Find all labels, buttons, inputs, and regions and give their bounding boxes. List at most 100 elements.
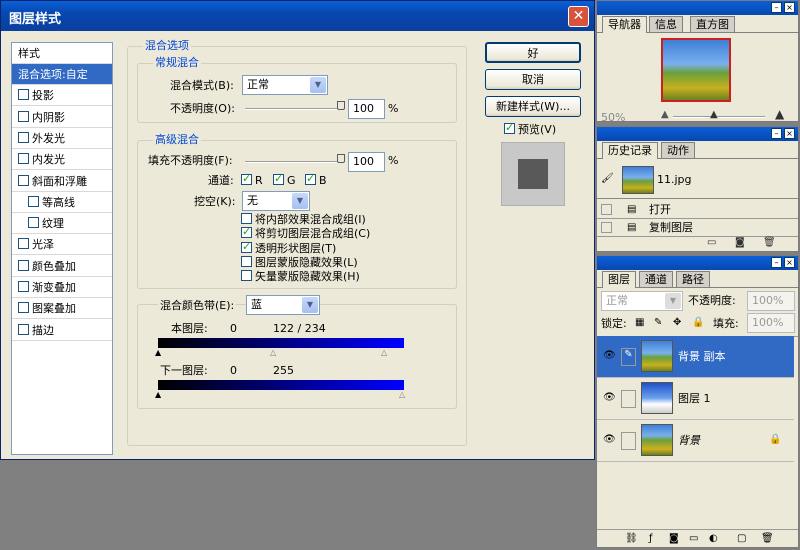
layer-blend-mode-select[interactable]: 正常 ▼: [601, 291, 683, 311]
panel-tab[interactable]: 图层: [602, 271, 636, 288]
history-brush-icon[interactable]: 🖌: [601, 173, 614, 185]
layer-row[interactable]: 👁 图层 1: [597, 378, 794, 420]
blend-if-select[interactable]: 蓝 ▼: [246, 295, 320, 315]
layer-name[interactable]: 背景: [678, 434, 700, 448]
layer-row[interactable]: 👁 背景 🔒: [597, 420, 794, 462]
layer-style-icon[interactable]: ƒ: [649, 533, 653, 545]
close-button[interactable]: ✕: [568, 6, 589, 27]
opacity-slider-knob[interactable]: [337, 101, 345, 110]
minimize-icon[interactable]: –: [771, 2, 782, 13]
style-item[interactable]: 描边: [12, 320, 112, 341]
knockout-select[interactable]: 无 ▼: [242, 191, 310, 211]
ok-button[interactable]: 好: [485, 42, 581, 63]
zoom-slider-knob[interactable]: ▲: [710, 109, 718, 121]
channel-b-checkbox[interactable]: B: [305, 172, 327, 188]
style-item[interactable]: 纹理: [12, 213, 112, 235]
camera-icon[interactable]: ◙: [735, 237, 745, 249]
close-icon[interactable]: ×: [784, 257, 795, 268]
trash-icon[interactable]: 🗑: [763, 237, 776, 249]
zoom-slider[interactable]: [673, 116, 765, 118]
minimize-icon[interactable]: –: [771, 128, 782, 139]
step-checkbox[interactable]: [601, 204, 612, 215]
lock-all-icon[interactable]: 🔒: [692, 317, 704, 329]
layer-fill-input[interactable]: 100%: [747, 313, 795, 333]
minimize-icon[interactable]: –: [771, 257, 782, 268]
blend-option-checkbox[interactable]: 将内部效果混合成组(I): [241, 213, 366, 227]
black-point-slider-icon[interactable]: ▲: [155, 347, 161, 359]
preview-checkbox[interactable]: 预览(V): [504, 121, 556, 137]
layer-thumbnail: [641, 382, 673, 414]
lock-position-icon[interactable]: ✥: [673, 317, 681, 329]
style-item[interactable]: 渐变叠加: [12, 277, 112, 298]
layer-mask-icon[interactable]: ◙: [669, 533, 679, 545]
step-checkbox[interactable]: [601, 222, 612, 233]
style-item[interactable]: 斜面和浮雕: [12, 171, 112, 192]
trash-icon[interactable]: 🗑: [761, 533, 774, 545]
new-group-icon[interactable]: ▭: [689, 533, 698, 545]
panel-tab[interactable]: 导航器: [602, 16, 647, 33]
history-snapshot-row[interactable]: 🖌 11.jpg: [597, 161, 798, 199]
style-item-label: 内发光: [32, 153, 65, 167]
new-style-button[interactable]: 新建样式(W)...: [485, 96, 581, 117]
this-layer-gradient-bar[interactable]: [158, 338, 404, 348]
style-item[interactable]: 外发光: [12, 128, 112, 149]
navigator-thumbnail[interactable]: [661, 38, 731, 102]
style-item[interactable]: 内发光: [12, 149, 112, 171]
style-item[interactable]: 投影: [12, 85, 112, 107]
fill-opacity-input[interactable]: 100: [348, 152, 385, 172]
layer-link-icon[interactable]: [621, 432, 636, 450]
style-item[interactable]: 光泽: [12, 234, 112, 256]
panel-tab[interactable]: 通道: [639, 271, 673, 288]
panel-tab[interactable]: 直方图: [690, 16, 735, 33]
style-item[interactable]: 内阴影: [12, 107, 112, 128]
style-item[interactable]: 混合选项:自定: [12, 64, 112, 85]
blend-mode-select[interactable]: 正常 ▼: [242, 75, 328, 95]
panel-tab[interactable]: 动作: [661, 142, 695, 159]
layer-opacity-input[interactable]: 100%: [747, 291, 795, 311]
eye-icon[interactable]: 👁: [603, 392, 616, 404]
zoom-out-icon[interactable]: ▲: [661, 109, 669, 121]
blend-option-checkbox[interactable]: 透明形状图层(T): [241, 240, 336, 256]
history-step[interactable]: ▤ 打开: [597, 201, 798, 219]
opacity-input[interactable]: 100: [348, 99, 385, 119]
close-icon[interactable]: ×: [784, 2, 795, 13]
cancel-button[interactable]: 取消: [485, 69, 581, 90]
layer-name[interactable]: 图层 1: [678, 392, 711, 406]
panel-tab[interactable]: 路径: [676, 271, 710, 288]
panel-titlebar: – ×: [597, 127, 798, 141]
blend-option-checkbox[interactable]: 矢量蒙版隐藏效果(H): [241, 270, 360, 284]
layer-row[interactable]: 👁 ✎ 背景 副本: [597, 336, 794, 378]
blend-option-checkbox[interactable]: 图层蒙版隐藏效果(L): [241, 255, 358, 270]
white-point-slider-icon[interactable]: △: [399, 389, 405, 401]
fill-opacity-slider-knob[interactable]: [337, 154, 345, 163]
style-item[interactable]: 图案叠加: [12, 298, 112, 320]
split-slider-icon[interactable]: △: [270, 347, 276, 359]
black-point-slider-icon[interactable]: ▲: [155, 389, 161, 401]
style-item[interactable]: 颜色叠加: [12, 256, 112, 277]
channel-g-checkbox[interactable]: G: [273, 172, 296, 188]
lock-image-icon[interactable]: ✎: [654, 317, 662, 329]
history-step[interactable]: ▤ 复制图层: [597, 219, 798, 237]
adjustment-layer-icon[interactable]: ◐: [709, 533, 718, 545]
channel-r-checkbox[interactable]: R: [241, 172, 263, 188]
close-icon[interactable]: ×: [784, 128, 795, 139]
opacity-slider[interactable]: [245, 108, 345, 110]
new-layer-icon[interactable]: ▢: [737, 533, 746, 545]
eye-icon[interactable]: 👁: [603, 350, 616, 362]
blend-option-checkbox[interactable]: 将剪切图层混合成组(C): [241, 225, 370, 241]
new-document-from-state-icon[interactable]: ▭: [707, 237, 716, 249]
under-layer-gradient-bar[interactable]: [158, 380, 404, 390]
link-layers-icon[interactable]: ⛓: [625, 533, 638, 545]
navigator-zoom[interactable]: 50%: [601, 111, 625, 125]
panel-tab[interactable]: 信息: [649, 16, 683, 33]
layer-link-icon[interactable]: ✎: [621, 348, 636, 366]
layer-link-icon[interactable]: [621, 390, 636, 408]
zoom-in-icon[interactable]: ▲: [775, 108, 784, 120]
style-item[interactable]: 等高线: [12, 192, 112, 213]
panel-tab[interactable]: 历史记录: [602, 142, 658, 159]
white-point-slider-icon[interactable]: △: [381, 347, 387, 359]
layer-name[interactable]: 背景 副本: [678, 350, 726, 364]
lock-transparent-icon[interactable]: ▦: [635, 317, 644, 329]
fill-opacity-slider[interactable]: [245, 161, 345, 163]
eye-icon[interactable]: 👁: [603, 434, 616, 446]
